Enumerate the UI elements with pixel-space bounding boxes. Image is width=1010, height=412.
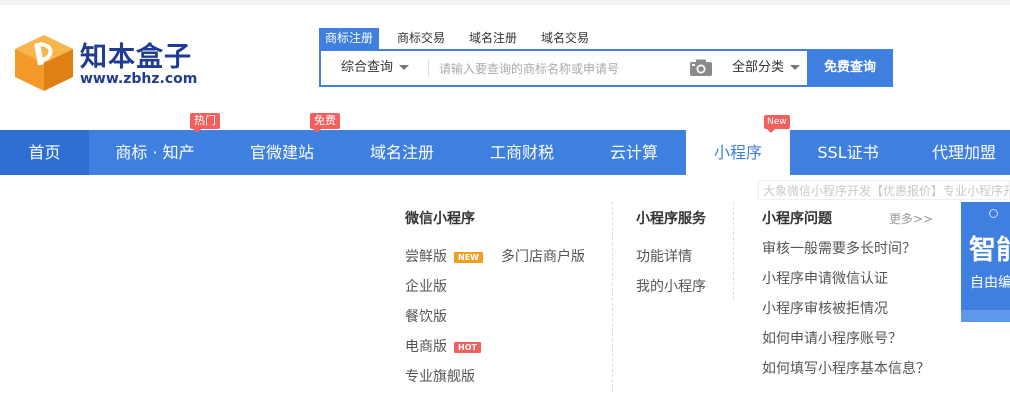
faq-basic-info-link[interactable]: 如何填写小程序基本信息？ [762,358,930,378]
category-select[interactable]: 全部分类 [721,51,811,85]
new-tag: NEW [454,251,483,263]
nav-item-cloud[interactable]: 云计算 [584,130,684,175]
search-button[interactable]: 免费查询 [807,51,893,85]
hover-tooltip: 大象微信小程序开发【优惠报价】专业小程序开发 [758,180,1010,200]
version-multi-store-link[interactable]: 多门店商户版 [501,246,585,266]
more-link[interactable]: 更多>> [889,210,933,227]
tab-domain-trade[interactable]: 域名交易 [535,28,595,49]
column-divider [733,202,734,300]
free-badge: 免费 [310,113,340,133]
version-trial-label: 尝鲜版 [405,249,447,265]
nav-item-business-tax[interactable]: 工商财税 [472,130,572,175]
camera-icon[interactable] [689,59,713,77]
version-ecommerce-label: 电商版 [405,339,447,355]
search-type-select[interactable]: 综合查询 [321,51,427,85]
tab-trademark-trade[interactable]: 商标交易 [391,28,451,49]
chevron-down-icon [399,65,410,70]
faq-apply-account-link[interactable]: 如何申请小程序账号？ [762,328,902,348]
nav-item-trademark[interactable]: 商标 · 知产 [100,130,210,175]
logo-url: www.zbhz.com [80,71,198,87]
main-nav: 首页 商标 · 知产 官微建站 域名注册 工商财税 云计算 小程序 SSL证书 … [0,130,1010,175]
promo-stripe [961,310,1010,322]
box-logo-icon [15,35,73,91]
nav-item-home[interactable]: 首页 [0,130,89,175]
site-logo[interactable]: 知本盒子 www.zbhz.com [13,33,213,93]
promo-banner[interactable]: 智能 自由编 [961,202,1010,322]
chevron-down-icon [790,65,800,70]
feature-details-link[interactable]: 功能详情 [636,246,692,266]
search-bar: 综合查询 全部分类 免费查询 [319,49,893,87]
faq-wechat-auth-link[interactable]: 小程序申请微信认证 [762,268,888,288]
miniprogram-faq-title: 小程序问题 [762,211,832,227]
hot-tag: HOT [454,341,481,353]
version-ecommerce-link[interactable]: 电商版 HOT [405,336,481,356]
tab-domain-register[interactable]: 域名注册 [463,28,523,49]
version-flagship-link[interactable]: 专业旗舰版 [405,366,475,386]
nav-item-domain[interactable]: 域名注册 [352,130,452,175]
hot-badge: 热门 [190,113,220,133]
promo-subtitle: 自由编 [970,275,1010,291]
miniprogram-service-title: 小程序服务 [636,211,706,227]
nav-item-miniprogram[interactable]: 小程序 [686,130,790,175]
nav-item-ssl[interactable]: SSL证书 [798,130,898,175]
wechat-miniprogram-title: 微信小程序 [405,211,475,227]
version-catering-link[interactable]: 餐饮版 [405,306,447,326]
nav-item-wechat-site[interactable]: 官微建站 [232,130,332,175]
version-enterprise-link[interactable]: 企业版 [405,276,447,296]
search-input[interactable] [437,57,681,81]
top-strip [0,0,1010,5]
search-type-label: 综合查询 [341,60,394,75]
my-miniprogram-link[interactable]: 我的小程序 [636,276,706,296]
circle-icon [989,209,998,218]
logo-name: 知本盒子 [80,42,192,73]
search-tabs: 商标注册 商标交易 域名注册 域名交易 [319,28,607,49]
faq-review-rejected-link[interactable]: 小程序审核被拒情况 [762,298,888,318]
column-divider [612,202,613,392]
promo-title: 智能 [969,235,1010,266]
version-trial-link[interactable]: 尝鲜版 NEW [405,246,483,266]
tab-trademark-register[interactable]: 商标注册 [319,28,380,49]
new-badge: New [764,115,790,133]
divider [428,59,429,77]
nav-item-agent[interactable]: 代理加盟 [918,130,1010,175]
category-select-label: 全部分类 [731,60,784,75]
faq-review-time-link[interactable]: 审核一般需要多长时间？ [762,238,916,258]
